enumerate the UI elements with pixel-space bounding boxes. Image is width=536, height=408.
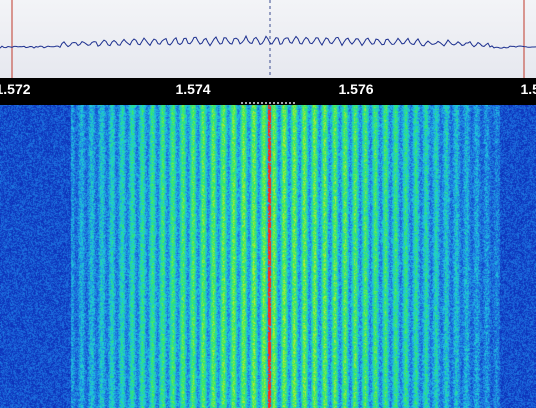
frequency-axis[interactable]: 1.572 1.574 1.576 1.578: [0, 78, 536, 101]
spectrum-trace: [0, 34, 536, 49]
spectrum-plot[interactable]: [0, 0, 536, 78]
freq-label-3: 1.576: [338, 81, 374, 97]
sdr-window: 1.572 1.574 1.576 1.578: [0, 0, 536, 408]
freq-label-2: 1.574: [175, 81, 211, 97]
spectrum-graph: [0, 0, 536, 78]
waterfall-canvas: [0, 105, 536, 408]
waterfall-display[interactable]: [0, 105, 536, 408]
freq-label-4: 1.578: [520, 81, 536, 97]
freq-label-1: 1.572: [0, 81, 31, 97]
